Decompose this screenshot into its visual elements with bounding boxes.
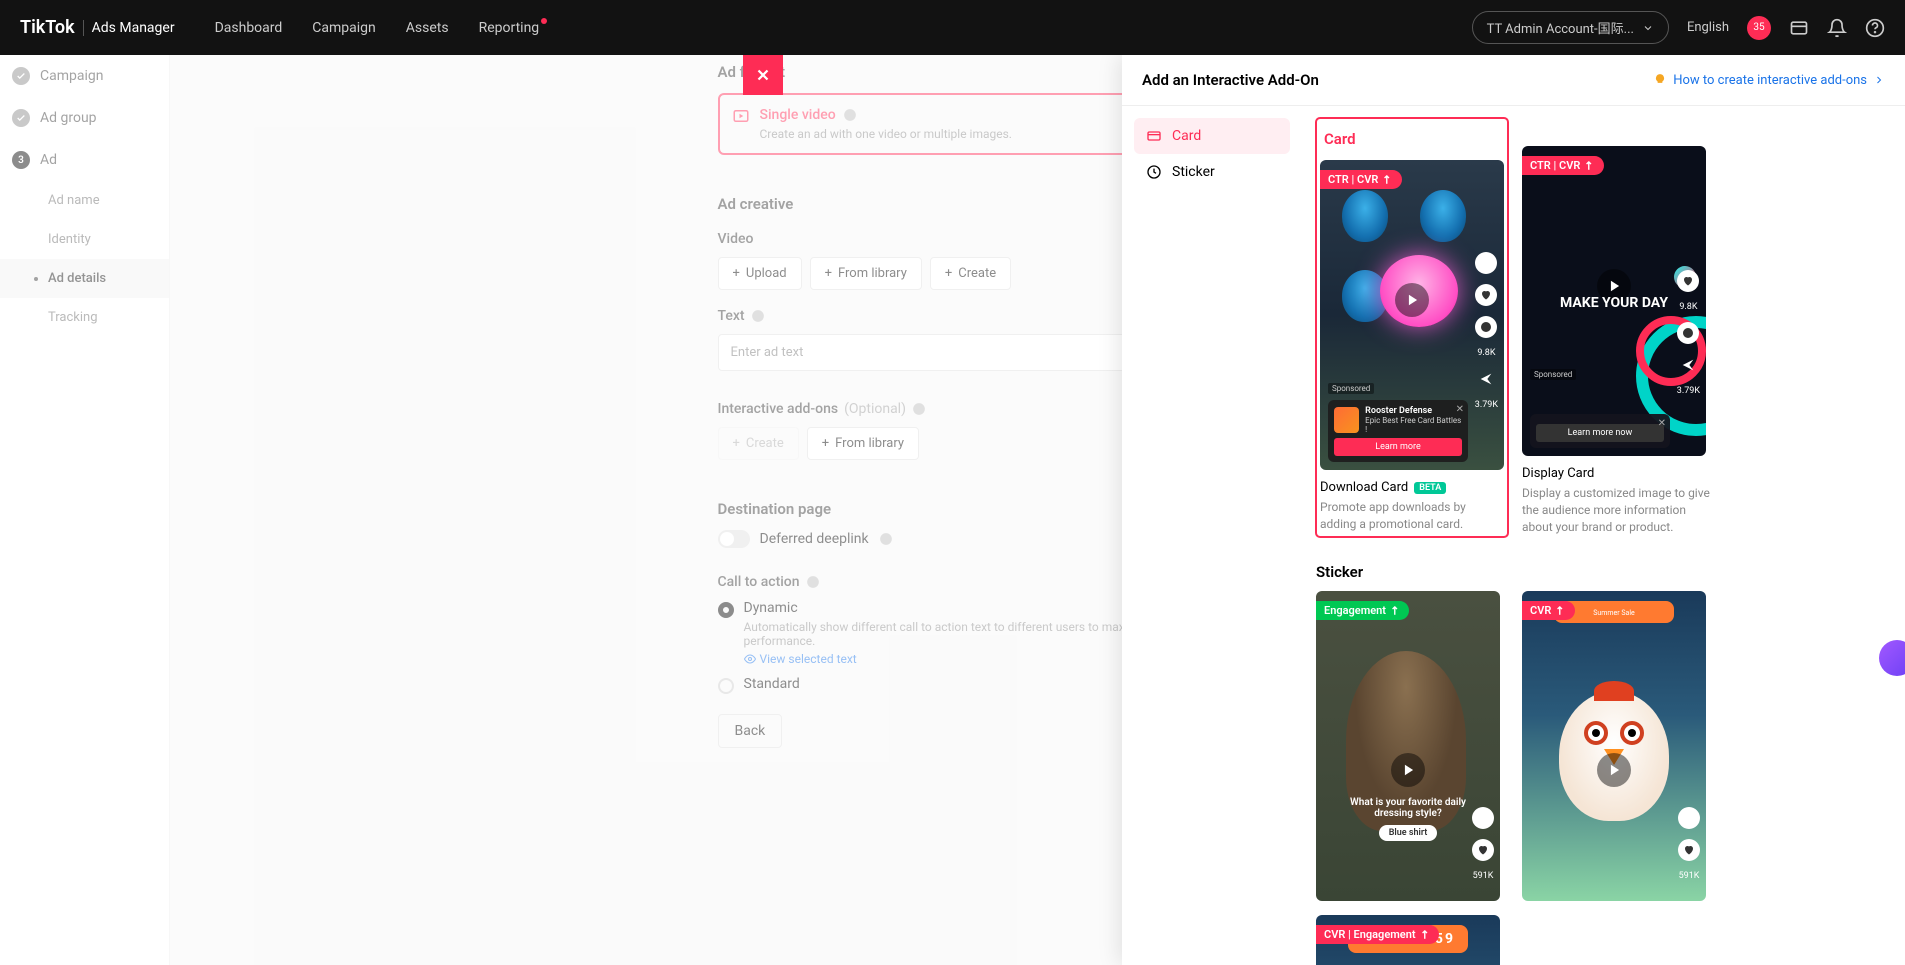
language-selector[interactable]: English (1687, 20, 1729, 35)
addon-panel: Add an Interactive Add-On How to create … (1122, 55, 1905, 965)
decor-pod (1420, 190, 1466, 242)
comment-icon (1475, 316, 1497, 338)
app-thumbnail (1334, 407, 1359, 433)
group-title-card: Card (1320, 128, 1504, 150)
sponsored-tag: Sponsored (1328, 383, 1374, 394)
comment-icon (1677, 322, 1699, 344)
panel-title: Add an Interactive Add-On (1142, 71, 1319, 89)
share-icon (1475, 368, 1497, 390)
card-icon (1146, 128, 1162, 144)
top-navigation: TikTok Ads Manager Dashboard Campaign As… (0, 0, 1905, 55)
panel-header: Add an Interactive Add-On How to create … (1122, 55, 1905, 106)
nav-campaign[interactable]: Campaign (312, 20, 375, 36)
help-icon[interactable] (1865, 18, 1885, 38)
tiktok-action-rail: 9.8K 3.79K (1677, 270, 1700, 396)
howto-link[interactable]: How to create interactive add-ons (1653, 73, 1885, 88)
heart-icon (1677, 270, 1699, 292)
chevron-down-icon (1642, 22, 1654, 34)
heart-icon (1472, 839, 1494, 861)
panel-body: Card Sticker Card CTR | CVR↗ (1122, 106, 1905, 965)
group-title-sticker: Sticker (1316, 563, 1891, 581)
sticker-grid: Engagement↗ 591K What is your favorite d… (1316, 591, 1891, 965)
popup-title: Rooster Defense (1365, 406, 1462, 416)
like-count: 591K (1679, 871, 1700, 881)
share-count: 3.79K (1475, 400, 1498, 410)
lightbulb-icon (1653, 73, 1667, 87)
sticker-question: What is your favorite daily dressing sty… (1338, 797, 1478, 841)
card-name: Download Card BETA (1320, 480, 1504, 495)
download-popup: ✕ Rooster Defense Epic Best Free Card Ba… (1328, 400, 1468, 462)
like-count: 9.8K (1477, 348, 1495, 358)
card-desc: Display a customized image to give the a… (1522, 485, 1714, 535)
pnav-card[interactable]: Card (1134, 118, 1290, 154)
pnav-sticker[interactable]: Sticker (1134, 154, 1290, 190)
nav-reporting[interactable]: Reporting (479, 20, 540, 36)
metric-badge: CTR | CVR↗ (1522, 156, 1604, 175)
heart-icon (1678, 839, 1700, 861)
addon-sticker-cvr[interactable]: Summer Sale CVR↗ 591K (1522, 591, 1714, 901)
brand-subtitle: Ads Manager (83, 20, 175, 36)
play-icon (1395, 283, 1429, 317)
metric-badge: Engagement↗ (1316, 601, 1409, 620)
addon-sticker-engagement[interactable]: Engagement↗ 591K What is your favorite d… (1316, 591, 1508, 901)
decor-pod (1342, 190, 1388, 242)
nav-assets[interactable]: Assets (406, 20, 449, 36)
preview-display: CTR | CVR↗ MAKE YOUR DAY 9.8K 3.79K Spon… (1522, 146, 1706, 456)
avatar[interactable]: 35 (1747, 16, 1771, 40)
brand-logo: TikTok Ads Manager (20, 17, 175, 38)
close-icon: ✕ (1658, 418, 1666, 429)
panel-content[interactable]: Card CTR | CVR↗ 9.8K (1302, 106, 1905, 965)
addon-display-card[interactable]: CTR | CVR↗ MAKE YOUR DAY 9.8K 3.79K Spon… (1522, 146, 1714, 537)
share-count: 3.79K (1677, 386, 1700, 396)
sticker-answer: Blue shirt (1379, 825, 1438, 841)
play-icon (1391, 753, 1425, 787)
nav-links: Dashboard Campaign Assets Reporting (215, 20, 540, 36)
share-icon (1677, 354, 1699, 376)
popup-cta: Learn more (1334, 438, 1462, 456)
sticker-icon (1146, 164, 1162, 180)
close-panel-button[interactable] (743, 55, 783, 95)
account-selector[interactable]: TT Admin Account-国际... (1472, 11, 1669, 44)
like-count: 9.8K (1679, 302, 1697, 312)
bell-icon[interactable] (1827, 18, 1847, 38)
preview-sticker3: 06 : 47 : 59 CVR | Engagement↗ 591K (1316, 915, 1500, 965)
panel-nav: Card Sticker (1122, 106, 1302, 965)
topbar-right: TT Admin Account-国际... English 35 (1472, 11, 1885, 44)
sponsored-tag: Sponsored (1530, 369, 1576, 380)
display-popup: ✕ Learn more now (1530, 414, 1670, 448)
popup-cta: Learn more now (1536, 424, 1664, 442)
like-count: 591K (1473, 871, 1494, 881)
tiktok-action-rail: 9.8K 3.79K (1475, 252, 1498, 410)
close-icon: ✕ (1456, 404, 1464, 415)
display-headline: MAKE YOUR DAY (1560, 295, 1668, 311)
preview-sticker2: Summer Sale CVR↗ 591K (1522, 591, 1706, 901)
card-grid: Card CTR | CVR↗ 9.8K (1316, 118, 1891, 537)
brand-name: TikTok (20, 17, 75, 38)
metric-badge: CVR | Engagement↗ (1316, 925, 1439, 944)
preview-sticker1: Engagement↗ 591K What is your favorite d… (1316, 591, 1500, 901)
inbox-icon[interactable] (1789, 18, 1809, 38)
preview-download: CTR | CVR↗ 9.8K 3.79K Sponsored ✕ (1320, 160, 1504, 470)
chevron-right-icon (1873, 74, 1885, 86)
beta-badge: BETA (1414, 482, 1446, 494)
addon-sticker-countdown[interactable]: 06 : 47 : 59 CVR | Engagement↗ 591K (1316, 915, 1508, 965)
close-icon (754, 66, 772, 84)
popup-subtitle: Epic Best Free Card Battles ! (1365, 416, 1462, 434)
account-name: TT Admin Account-国际... (1487, 18, 1634, 37)
avatar-icon (1678, 807, 1700, 829)
nav-dashboard[interactable]: Dashboard (215, 20, 283, 36)
metric-badge: CTR | CVR↗ (1320, 170, 1402, 189)
metric-badge: CVR↗ (1522, 601, 1575, 620)
heart-icon (1475, 284, 1497, 306)
avatar-icon (1475, 252, 1497, 274)
addon-download-card[interactable]: Card CTR | CVR↗ 9.8K (1316, 118, 1508, 537)
tiktok-action-rail: 591K (1678, 807, 1700, 881)
card-name: Display Card (1522, 466, 1714, 481)
play-icon (1597, 753, 1631, 787)
card-desc: Promote app downloads by adding a promot… (1320, 499, 1504, 533)
